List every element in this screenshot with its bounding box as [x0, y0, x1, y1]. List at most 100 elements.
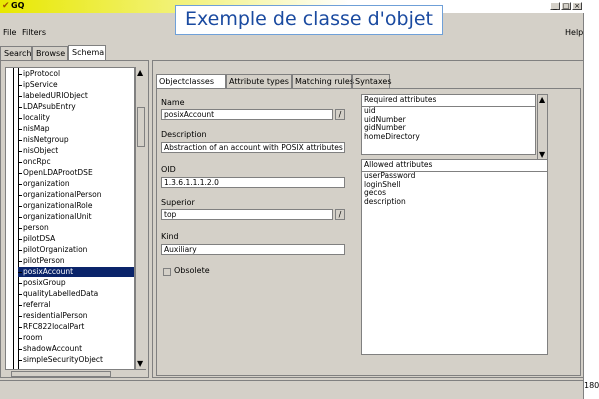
obsolete-checkbox[interactable] — [163, 268, 171, 276]
tree-item[interactable]: oncRpc — [18, 157, 134, 167]
tree-item[interactable]: labeledURIObject — [18, 91, 134, 101]
tree-item[interactable]: posixAccount — [18, 267, 134, 277]
tree-item[interactable]: person — [18, 223, 134, 233]
minimize-button[interactable]: _ — [550, 2, 560, 10]
superior-label: Superior — [161, 198, 195, 207]
tree-item[interactable]: ipService — [18, 80, 134, 90]
oid-field[interactable]: 1.3.6.1.1.1.2.0 — [161, 177, 345, 188]
name-field[interactable]: posixAccount — [161, 109, 333, 120]
tree-item[interactable]: room — [18, 333, 134, 343]
maximize-button[interactable]: □ — [561, 2, 571, 10]
horizontal-scrollbar-thumb[interactable] — [11, 371, 111, 377]
tree-vertical-scrollbar[interactable]: ▲ ▼ — [135, 67, 146, 370]
tree-horizontal-scrollbar[interactable] — [5, 369, 146, 378]
tree-item[interactable]: organizationalUnit — [18, 212, 134, 222]
tree-item[interactable]: organization — [18, 179, 134, 189]
tree-item[interactable]: ipProtocol — [18, 69, 134, 79]
page-number: 180 — [584, 381, 599, 390]
tree-item[interactable]: residentialPerson — [18, 311, 134, 321]
tree-item[interactable]: nisNetgroup — [18, 135, 134, 145]
tree-item[interactable]: nisObject — [18, 146, 134, 156]
tree-item[interactable]: pilotOrganization — [18, 245, 134, 255]
scroll-up-arrow-icon[interactable]: ▲ — [539, 95, 545, 104]
superior-field[interactable]: top — [161, 209, 333, 220]
tree-connector — [18, 84, 22, 86]
tree-item-label: posixGroup — [23, 278, 66, 287]
tree-connector — [18, 282, 22, 284]
scroll-up-arrow-icon[interactable]: ▲ — [137, 68, 143, 77]
tree-item[interactable]: pilotPerson — [18, 256, 134, 266]
kind-label: Kind — [161, 232, 179, 241]
tree-item-label: referral — [23, 300, 51, 309]
tree-connector — [18, 139, 22, 141]
allowed-attributes-list[interactable]: Allowed attributes userPassword loginShel… — [361, 159, 548, 355]
tree-item[interactable]: LDAPsubEntry — [18, 102, 134, 112]
tab-matching-rules[interactable]: Matching rules — [292, 74, 354, 88]
schema-detail-panel: Objectclasses Attribute types Matching r… — [152, 60, 584, 378]
tree-connector — [18, 150, 22, 152]
tab-browse[interactable]: Browse — [32, 46, 68, 60]
tree-item-label: organizationalPerson — [23, 190, 102, 199]
tree-item-label: nisObject — [23, 146, 59, 155]
tree-item[interactable]: locality — [18, 113, 134, 123]
kind-field[interactable]: Auxiliary — [161, 244, 345, 255]
description-field[interactable]: Abstraction of an account with POSIX att… — [161, 142, 345, 153]
tree-connector — [18, 260, 22, 262]
tree-item[interactable]: pilotDSA — [18, 234, 134, 244]
required-attributes-items: uid uidNumber gidNumber homeDirectory — [362, 106, 535, 142]
tree-item[interactable]: OpenLDAProotDSE — [18, 168, 134, 178]
tab-syntaxes[interactable]: Syntaxes — [352, 74, 392, 88]
description-label: Description — [161, 130, 207, 139]
tree-item-label: organizationalUnit — [23, 212, 92, 221]
tree-connector — [18, 128, 22, 130]
status-bar — [0, 380, 584, 399]
tree-connector — [18, 271, 22, 273]
tree-connector — [18, 315, 22, 317]
tree-item[interactable]: posixGroup — [18, 278, 134, 288]
tree-item-label: nisMap — [23, 124, 50, 133]
tree-connector — [18, 194, 22, 196]
superior-edit-button[interactable]: / — [335, 209, 345, 220]
close-button[interactable]: × — [572, 2, 582, 10]
required-attributes-list[interactable]: Required attributes uid uidNumber gidNumbe… — [361, 94, 536, 155]
attribute-item[interactable]: description — [362, 197, 547, 207]
tree-item[interactable]: organizationalPerson — [18, 190, 134, 200]
name-label: Name — [161, 98, 185, 107]
tree-item-label: labeledURIObject — [23, 91, 88, 100]
tree-item[interactable]: qualityLabelledData — [18, 289, 134, 299]
tree-item-label: pilotDSA — [23, 234, 56, 243]
tree-guide-line — [13, 68, 14, 369]
attribute-item[interactable]: loginShell — [362, 180, 547, 190]
application-window: ✔ GQ _ □ × File Filters Help Search Brow… — [0, 0, 584, 399]
tab-objectclasses[interactable]: Objectclasses — [156, 74, 226, 88]
tree-item[interactable]: shadowAccount — [18, 344, 134, 354]
tree-connector — [18, 304, 22, 306]
menu-help[interactable]: Help — [565, 28, 583, 37]
oid-label: OID — [161, 165, 176, 174]
tree-connector — [18, 216, 22, 218]
scrollbar-thumb[interactable] — [137, 107, 145, 147]
tree-item-label: shadowAccount — [23, 344, 83, 353]
tab-schema[interactable]: Schema — [68, 45, 106, 60]
tree-item-label: nisNetgroup — [23, 135, 69, 144]
tab-attribute-types[interactable]: Attribute types — [226, 74, 292, 88]
tree-item[interactable]: organizationalRole — [18, 201, 134, 211]
tree-item[interactable]: referral — [18, 300, 134, 310]
tree-item-label: pilotPerson — [23, 256, 65, 265]
menu-filters[interactable]: Filters — [22, 28, 46, 37]
objectclass-tree[interactable]: ipProtocol ipService labeledURIObject LDAPs… — [5, 67, 135, 370]
scroll-down-arrow-icon[interactable]: ▼ — [539, 150, 545, 159]
slide-title: Exemple de classe d'objet — [175, 5, 443, 35]
attribute-item[interactable]: homeDirectory — [362, 132, 535, 142]
app-title: GQ — [11, 1, 25, 10]
tree-item[interactable]: nisMap — [18, 124, 134, 134]
scroll-down-arrow-icon[interactable]: ▼ — [137, 359, 143, 368]
tree-item[interactable]: RFC822localPart — [18, 322, 134, 332]
menu-file[interactable]: File — [3, 28, 16, 37]
tree-item[interactable]: simpleSecurityObject — [18, 355, 134, 365]
required-attributes-scrollbar[interactable]: ▲ ▼ — [537, 94, 548, 160]
allowed-attributes-items: userPassword loginShell gecos description — [362, 171, 547, 207]
tab-search[interactable]: Search — [0, 46, 32, 60]
tree-item-label: locality — [23, 113, 50, 122]
name-edit-button[interactable]: / — [335, 109, 345, 120]
